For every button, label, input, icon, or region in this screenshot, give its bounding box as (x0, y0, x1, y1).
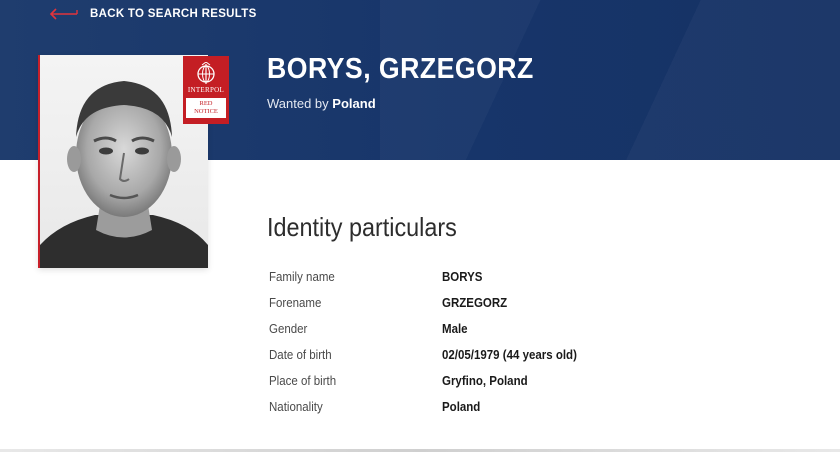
badge-org-name: INTERPOL (187, 86, 225, 94)
arrow-left-icon (49, 8, 78, 20)
wanted-by-country: Poland (332, 96, 376, 111)
place-of-birth-label: Place of birth (269, 374, 337, 388)
date-of-birth-value: 02/05/1979 (44 years old) (442, 348, 577, 362)
back-link-label: BACK TO SEARCH RESULTS (90, 8, 257, 20)
identity-particulars-heading: Identity particulars (267, 212, 457, 242)
wanted-by-line: Wanted by Poland (267, 96, 376, 111)
wanted-by-prefix: Wanted by (267, 96, 329, 111)
family-name-value: BORYS (442, 270, 483, 284)
particular-row: Date of birth 02/05/1979 (44 years old) (269, 348, 829, 374)
gender-value: Male (442, 322, 468, 336)
badge-notice-line-2: NOTICE (194, 108, 218, 115)
forename-label: Forename (269, 296, 322, 310)
particular-row: Family name BORYS (269, 270, 829, 296)
red-notice-badge: INTERPOL RED NOTICE (183, 56, 229, 124)
person-name-title: BORYS, GRZEGORZ (267, 53, 534, 85)
forename-value: GRZEGORZ (442, 296, 508, 310)
particular-row: Nationality Poland (269, 400, 829, 426)
particular-row: Place of birth Gryfino, Poland (269, 374, 829, 400)
back-to-search-results-link[interactable]: BACK TO SEARCH RESULTS (48, 4, 257, 24)
badge-notice-line-1: RED (199, 100, 213, 107)
badge-notice-label: RED NOTICE (186, 98, 226, 118)
nationality-value: Poland (442, 400, 481, 414)
nationality-label: Nationality (269, 400, 323, 414)
family-name-label: Family name (269, 270, 335, 284)
identity-particulars-list: Family name BORYS Forename GRZEGORZ Gend… (269, 270, 829, 426)
place-of-birth-value: Gryfino, Poland (442, 374, 528, 388)
particular-row: Gender Male (269, 322, 829, 348)
gender-label: Gender (269, 322, 308, 336)
date-of-birth-label: Date of birth (269, 348, 332, 362)
interpol-globe-icon (197, 62, 215, 84)
particular-row: Forename GRZEGORZ (269, 296, 829, 322)
